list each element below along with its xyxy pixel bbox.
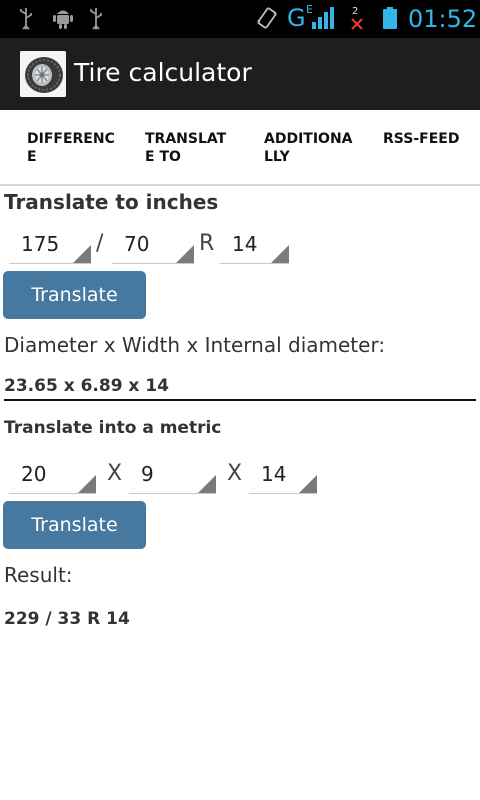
app-title: Tire calculator [74, 58, 252, 87]
profile-value: 70 [124, 232, 150, 256]
r-separator: R [199, 231, 215, 256]
signal-icon [312, 7, 334, 29]
width-spinner[interactable]: 175 [9, 230, 91, 264]
section-divider [4, 399, 476, 401]
clock: 01:52 [408, 5, 478, 33]
no-sim-icon: 2 [350, 6, 364, 30]
vibrate-icon [257, 7, 277, 29]
width-inch-value: 9 [141, 462, 154, 486]
tab-additionally[interactable]: ADDITIONALLY [264, 130, 354, 166]
tab-rss-feed[interactable]: RSS-FEED [383, 130, 473, 148]
diameter-spinner[interactable]: 20 [9, 460, 96, 494]
spinner-arrow-icon [299, 475, 317, 493]
inches-result-value: 23.65 x 6.89 x 14 [4, 376, 169, 396]
status-bar: G E 2 01:52 [0, 0, 480, 38]
profile-spinner[interactable]: 70 [112, 230, 194, 264]
inches-result-label: Diameter x Width x Internal diameter: [4, 333, 386, 357]
metric-section-title: Translate into a metric [4, 418, 222, 438]
usb-icon [90, 8, 102, 30]
rim-inch-spinner[interactable]: 14 [249, 460, 317, 494]
spinner-arrow-icon [78, 475, 96, 493]
translate-to-metric-button[interactable]: Translate [3, 501, 146, 549]
rim-value: 14 [232, 232, 258, 256]
battery-icon [383, 7, 397, 29]
usb-icon [20, 8, 32, 30]
network-type: G [287, 4, 306, 32]
tab-translate-to[interactable]: TRANSLATE TO [145, 130, 235, 166]
metric-result-label: Result: [4, 563, 73, 587]
diameter-value: 20 [21, 462, 47, 486]
spinner-arrow-icon [198, 475, 216, 493]
inches-section-title: Translate to inches [4, 190, 219, 214]
rim-inch-value: 14 [261, 462, 287, 486]
tab-difference[interactable]: DIFFERENCE [27, 130, 117, 166]
rim-spinner[interactable]: 14 [220, 230, 289, 264]
translate-to-inches-button[interactable]: Translate [3, 271, 146, 319]
x-separator-1: X [107, 461, 123, 486]
metric-result-value: 229 / 33 R 14 [4, 609, 130, 629]
spinner-arrow-icon [73, 245, 91, 263]
action-bar: Tire calculator [0, 38, 480, 110]
android-debug-icon [53, 10, 73, 29]
tire-icon [20, 51, 66, 97]
width-inch-spinner[interactable]: 9 [129, 460, 216, 494]
spinner-arrow-icon [176, 245, 194, 263]
tab-bar: DIFFERENCE TRANSLATE TO ADDITIONALLY RSS… [0, 110, 480, 186]
width-value: 175 [21, 232, 60, 256]
slash-separator: / [96, 231, 104, 256]
spinner-arrow-icon [271, 245, 289, 263]
x-separator-2: X [227, 461, 243, 486]
